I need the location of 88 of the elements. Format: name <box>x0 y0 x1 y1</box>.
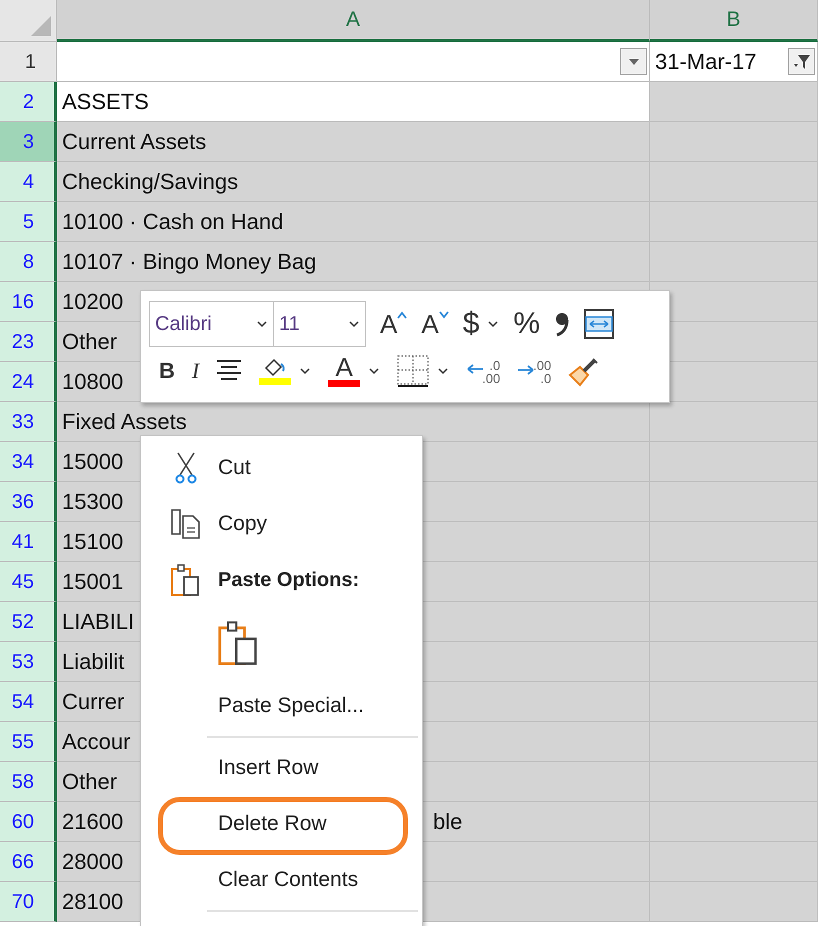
row-header[interactable]: 53 <box>0 642 57 682</box>
scissors-icon <box>174 452 196 484</box>
cell-text: 28000 <box>61 848 124 876</box>
merge-center-icon[interactable] <box>584 309 614 339</box>
corner-triangle-icon <box>30 15 52 37</box>
fill-color-button[interactable] <box>259 358 292 384</box>
menu-item[interactable]: Paste Special... <box>141 678 422 734</box>
cell-text: Other <box>61 768 118 796</box>
row-header[interactable]: 33 <box>0 402 57 442</box>
caret-icon <box>299 367 312 375</box>
caret-icon <box>437 367 450 375</box>
filter-dropdown-button[interactable] <box>788 48 815 75</box>
menu-item[interactable]: Clear Contents <box>141 852 422 908</box>
row-header[interactable]: 1 <box>0 42 57 82</box>
column-header[interactable]: B <box>650 0 818 42</box>
cell-text: Accour <box>61 728 130 756</box>
cell-text: 10200 <box>61 288 124 316</box>
caret-icon <box>487 320 500 328</box>
menu-item[interactable]: Copy <box>141 496 422 552</box>
menu-item[interactable]: Delete Row <box>141 796 422 852</box>
font-size-field[interactable]: 11 <box>274 301 366 347</box>
cell-text: 15300 <box>61 488 124 516</box>
cell-text: ble <box>433 808 462 836</box>
cell-text: LIABILI <box>61 608 134 636</box>
cell-text: Fixed Assets <box>61 408 187 436</box>
arrow-icon <box>466 364 484 376</box>
cell-text: Currer <box>61 688 124 716</box>
up-caret-icon <box>397 311 408 319</box>
row-header[interactable]: 58 <box>0 762 57 802</box>
grow-font-button[interactable]: A <box>380 311 408 337</box>
copy-icon <box>170 508 202 540</box>
filter-icon <box>792 52 810 70</box>
increase-decimal-button[interactable]: .0 .00 <box>466 358 500 384</box>
row-header[interactable]: 16 <box>0 282 57 322</box>
caret-icon <box>348 320 360 328</box>
row-header[interactable]: 24 <box>0 362 57 402</box>
row-header[interactable]: 2 <box>0 82 57 122</box>
decrease-decimal-button[interactable]: .00 .0 <box>517 358 552 384</box>
percent-button[interactable]: % <box>513 309 540 339</box>
cell-text: 21600 <box>61 808 124 836</box>
down-caret-icon <box>438 311 449 319</box>
cell-text: Liabilit <box>61 648 124 676</box>
column-header[interactable]: A <box>57 0 650 42</box>
row-header[interactable]: 34 <box>0 442 57 482</box>
bold-button[interactable]: B <box>159 360 175 382</box>
row-header[interactable]: 36 <box>0 482 57 522</box>
cell-text: Current Assets <box>61 128 206 156</box>
row-header[interactable]: 55 <box>0 722 57 762</box>
row-header[interactable]: 3 <box>0 122 57 162</box>
font-name-field[interactable]: Calibri <box>149 301 274 347</box>
currency-button[interactable]: $ <box>462 309 480 339</box>
row-header[interactable]: 41 <box>0 522 57 562</box>
cell-text: 15100 <box>61 528 124 556</box>
cell-text: Other <box>61 328 118 356</box>
cell-text: 10100 · Cash on Hand <box>61 208 284 236</box>
cell-text: 15000 <box>61 448 124 476</box>
cell-text: 28100 <box>61 888 124 916</box>
row-header[interactable]: 23 <box>0 322 57 362</box>
menu-item[interactable]: Cut <box>141 440 422 496</box>
filter-dropdown-button[interactable] <box>620 48 647 75</box>
row-header[interactable]: 54 <box>0 682 57 722</box>
borders-icon[interactable] <box>397 355 430 387</box>
row-header[interactable]: 60 <box>0 802 57 842</box>
comma-style-icon[interactable] <box>554 311 570 337</box>
cell-text: 31-Mar-17 <box>654 48 756 76</box>
caret-icon <box>256 320 268 328</box>
paint-bucket-icon <box>263 358 288 378</box>
menu-item[interactable]: Insert Row <box>141 740 422 796</box>
row-header[interactable]: 45 <box>0 562 57 602</box>
arrow-icon <box>517 364 536 376</box>
menu-section-title: Paste Options: <box>218 568 360 593</box>
row-header[interactable]: 70 <box>0 882 57 922</box>
caret-icon <box>368 367 380 375</box>
row-header[interactable]: 66 <box>0 842 57 882</box>
font-color-button[interactable]: A <box>328 356 360 386</box>
clipboard-icon <box>170 563 202 597</box>
row-header[interactable]: 4 <box>0 162 57 202</box>
cell-text: Checking/Savings <box>61 168 238 196</box>
cell-text: 10800 <box>61 368 124 396</box>
dropdown-arrow-icon <box>628 58 640 66</box>
row-header[interactable]: 5 <box>0 202 57 242</box>
cell-text: ASSETS <box>61 88 149 116</box>
shrink-font-button[interactable]: A <box>421 311 449 337</box>
row-header[interactable]: 52 <box>0 602 57 642</box>
cell-text: 15001 <box>61 568 124 596</box>
row-header[interactable]: 8 <box>0 242 57 282</box>
cell-text: 10107 · Bingo Money Bag <box>61 248 316 276</box>
italic-button[interactable]: I <box>192 360 200 382</box>
